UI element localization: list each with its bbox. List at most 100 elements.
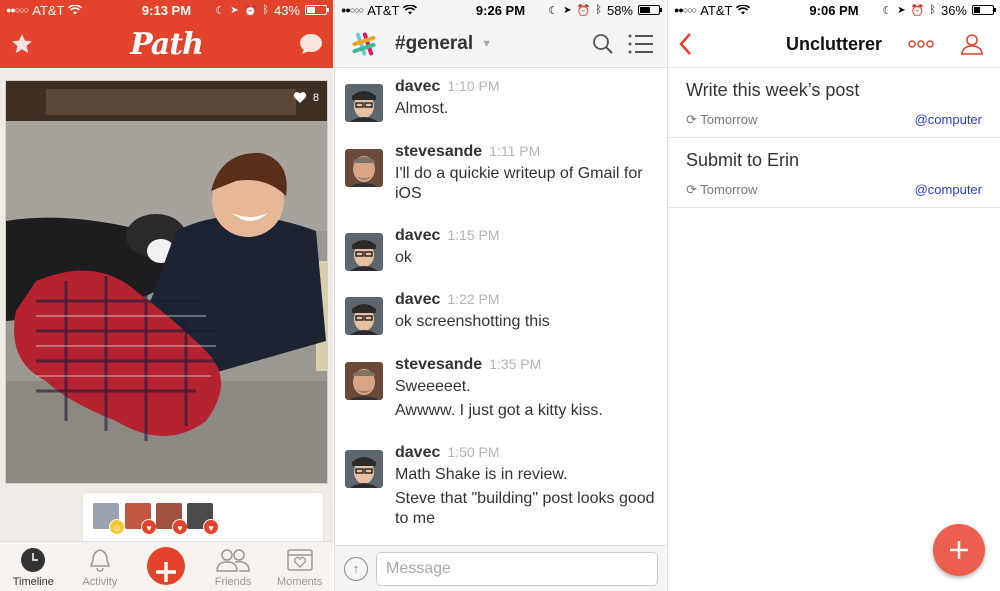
tab-label: Moments bbox=[277, 576, 323, 588]
task-title: Write this week’s post bbox=[686, 80, 860, 100]
signal-icon: ●●○○○ bbox=[674, 5, 697, 15]
heart-icon: ♥ bbox=[141, 519, 157, 535]
avatar[interactable] bbox=[345, 450, 383, 488]
alarm-icon: ⏰ bbox=[910, 4, 925, 17]
message-username[interactable]: davec bbox=[395, 227, 440, 244]
message-username[interactable]: davec bbox=[395, 444, 440, 461]
message-text: Awwww. I just got a kitty kiss. bbox=[395, 402, 603, 419]
arrow-up-icon: ↑ bbox=[352, 561, 360, 576]
plus-icon bbox=[950, 541, 968, 559]
message-username[interactable]: stevesande bbox=[395, 356, 482, 373]
message-text: Sweeeeet. bbox=[395, 378, 471, 395]
message-username[interactable]: stevesande bbox=[395, 143, 482, 160]
carrier-label: AT&T bbox=[367, 2, 400, 18]
tab-timeline[interactable]: Timeline bbox=[0, 541, 67, 591]
repeat-icon: ⟳ bbox=[686, 112, 697, 127]
location-icon: ➤ bbox=[563, 4, 572, 16]
tab-label: Timeline bbox=[12, 576, 54, 588]
add-moment-button[interactable] bbox=[147, 547, 186, 585]
back-chevron-icon[interactable] bbox=[678, 32, 692, 56]
message-text: Math Shake is in review. bbox=[395, 466, 568, 483]
moment-photo[interactable]: 8 bbox=[6, 81, 327, 483]
chevron-down-icon[interactable]: ▼ bbox=[481, 38, 492, 50]
tab-friends[interactable]: Friends bbox=[200, 541, 267, 591]
slack-header: ●●○○○ AT&T 9:26 PM ☾ ➤ ⏰ ᛒ 58% #general … bbox=[335, 0, 666, 68]
tab-activity[interactable]: Activity bbox=[67, 541, 134, 591]
status-bar: ●●○○○ AT&T 9:13 PM ☾ ➤ ⏰ ᛒ 43% bbox=[0, 0, 333, 20]
wifi-icon bbox=[403, 5, 418, 15]
battery-percent: 58% bbox=[606, 2, 633, 18]
search-icon[interactable] bbox=[592, 33, 614, 55]
star-icon[interactable] bbox=[10, 32, 34, 56]
avatar[interactable] bbox=[345, 84, 383, 122]
signal-icon: ●●○○○ bbox=[341, 5, 364, 15]
heart-icon bbox=[293, 92, 307, 103]
status-bar: ●●○○○ AT&T 9:26 PM ☾ ➤ ⏰ ᛒ 58% bbox=[335, 0, 666, 20]
heart-icon: ♥ bbox=[203, 519, 219, 535]
wifi-icon bbox=[736, 5, 751, 15]
like-badge[interactable]: 8 bbox=[293, 91, 319, 104]
slack-app-screen: ●●○○○ AT&T 9:26 PM ☾ ➤ ⏰ ᛒ 58% #general … bbox=[334, 0, 666, 591]
path-header: ●●○○○ AT&T 9:13 PM ☾ ➤ ⏰ ᛒ 43% Path bbox=[0, 0, 333, 68]
bluetooth-icon: ᛒ bbox=[595, 4, 602, 16]
chat-bubble-icon[interactable] bbox=[299, 33, 323, 55]
location-icon: ➤ bbox=[897, 4, 906, 16]
slack-logo-icon[interactable] bbox=[351, 31, 377, 57]
person-icon[interactable] bbox=[960, 32, 984, 56]
message-username[interactable]: davec bbox=[395, 78, 440, 95]
message-text: Steve that "building" post looks good to… bbox=[395, 490, 655, 527]
screenshot-collage: ●●○○○ AT&T 9:13 PM ☾ ➤ ⏰ ᛒ 43% Path 8 ☺ … bbox=[0, 0, 1000, 591]
task-row[interactable]: Write this week’s post ⟳ Tomorrow @compu… bbox=[668, 68, 1000, 138]
status-bar: ●●○○○ AT&T 9:06 PM ☾ ➤ ⏰ ᛒ 36% bbox=[668, 0, 1000, 20]
smile-emoji-icon: ☺ bbox=[109, 519, 125, 535]
reactions-strip[interactable]: ☺ ♥ ♥ ♥ bbox=[83, 493, 323, 541]
tab-label: Friends bbox=[214, 576, 252, 588]
moon-icon: ☾ bbox=[882, 4, 893, 17]
alarm-icon: ⏰ bbox=[576, 4, 591, 17]
message-text: Almost. bbox=[395, 100, 449, 117]
friends-icon bbox=[216, 549, 250, 572]
moon-icon: ☾ bbox=[548, 4, 559, 17]
upload-button[interactable]: ↑ bbox=[344, 557, 368, 581]
message-text: I'll do a quickie writeup of Gmail for i… bbox=[395, 165, 643, 202]
moment-card[interactable]: 8 bbox=[5, 80, 328, 484]
task-list: Write this week’s post ⟳ Tomorrow @compu… bbox=[668, 68, 1000, 208]
avatar[interactable] bbox=[345, 362, 383, 400]
tab-add-moment[interactable] bbox=[133, 541, 200, 591]
task-context[interactable]: @computer bbox=[915, 112, 982, 128]
signal-icon: ●●○○○ bbox=[6, 5, 29, 15]
avatar[interactable] bbox=[345, 297, 383, 335]
bell-icon bbox=[89, 549, 110, 572]
more-options-icon[interactable] bbox=[908, 40, 934, 48]
avatar[interactable] bbox=[345, 149, 383, 187]
add-task-button[interactable] bbox=[933, 524, 985, 576]
path-app-screen: ●●○○○ AT&T 9:13 PM ☾ ➤ ⏰ ᛒ 43% Path 8 ☺ … bbox=[0, 0, 333, 591]
path-tab-bar: Timeline Activity Friends Moments bbox=[0, 541, 333, 591]
reaction-avatar[interactable]: ♥ bbox=[125, 503, 157, 535]
location-icon: ➤ bbox=[230, 4, 239, 16]
menu-list-icon[interactable] bbox=[628, 33, 654, 55]
battery-icon bbox=[972, 5, 996, 15]
channel-title[interactable]: #general bbox=[395, 33, 473, 55]
path-logo: Path bbox=[130, 26, 204, 62]
avatar[interactable] bbox=[345, 233, 383, 271]
message-time: 1:50 PM bbox=[447, 444, 500, 460]
message-time: 1:22 PM bbox=[447, 291, 500, 307]
message-username[interactable]: davec bbox=[395, 291, 440, 308]
tab-moments[interactable]: Moments bbox=[266, 541, 333, 591]
message-text: ok screenshotting this bbox=[395, 313, 550, 330]
task-row[interactable]: Submit to Erin ⟳ Tomorrow @computer bbox=[668, 138, 1000, 208]
wifi-icon bbox=[68, 5, 83, 15]
task-context[interactable]: @computer bbox=[915, 182, 982, 198]
battery-fill bbox=[640, 7, 650, 13]
message-time: 1:15 PM bbox=[447, 227, 500, 243]
message-input[interactable] bbox=[376, 552, 658, 586]
like-count: 8 bbox=[312, 91, 319, 104]
carrier-label: AT&T bbox=[32, 2, 65, 18]
reaction-avatar[interactable]: ☺ bbox=[93, 503, 125, 535]
message-list[interactable]: davec 1:10 PM Almost. stevesande 1:11 PM I… bbox=[335, 68, 666, 545]
reaction-avatar[interactable]: ♥ bbox=[187, 503, 219, 535]
reaction-avatar[interactable]: ♥ bbox=[156, 503, 188, 535]
list-title: Unclutterer bbox=[785, 33, 883, 54]
bluetooth-icon: ᛒ bbox=[262, 4, 269, 16]
